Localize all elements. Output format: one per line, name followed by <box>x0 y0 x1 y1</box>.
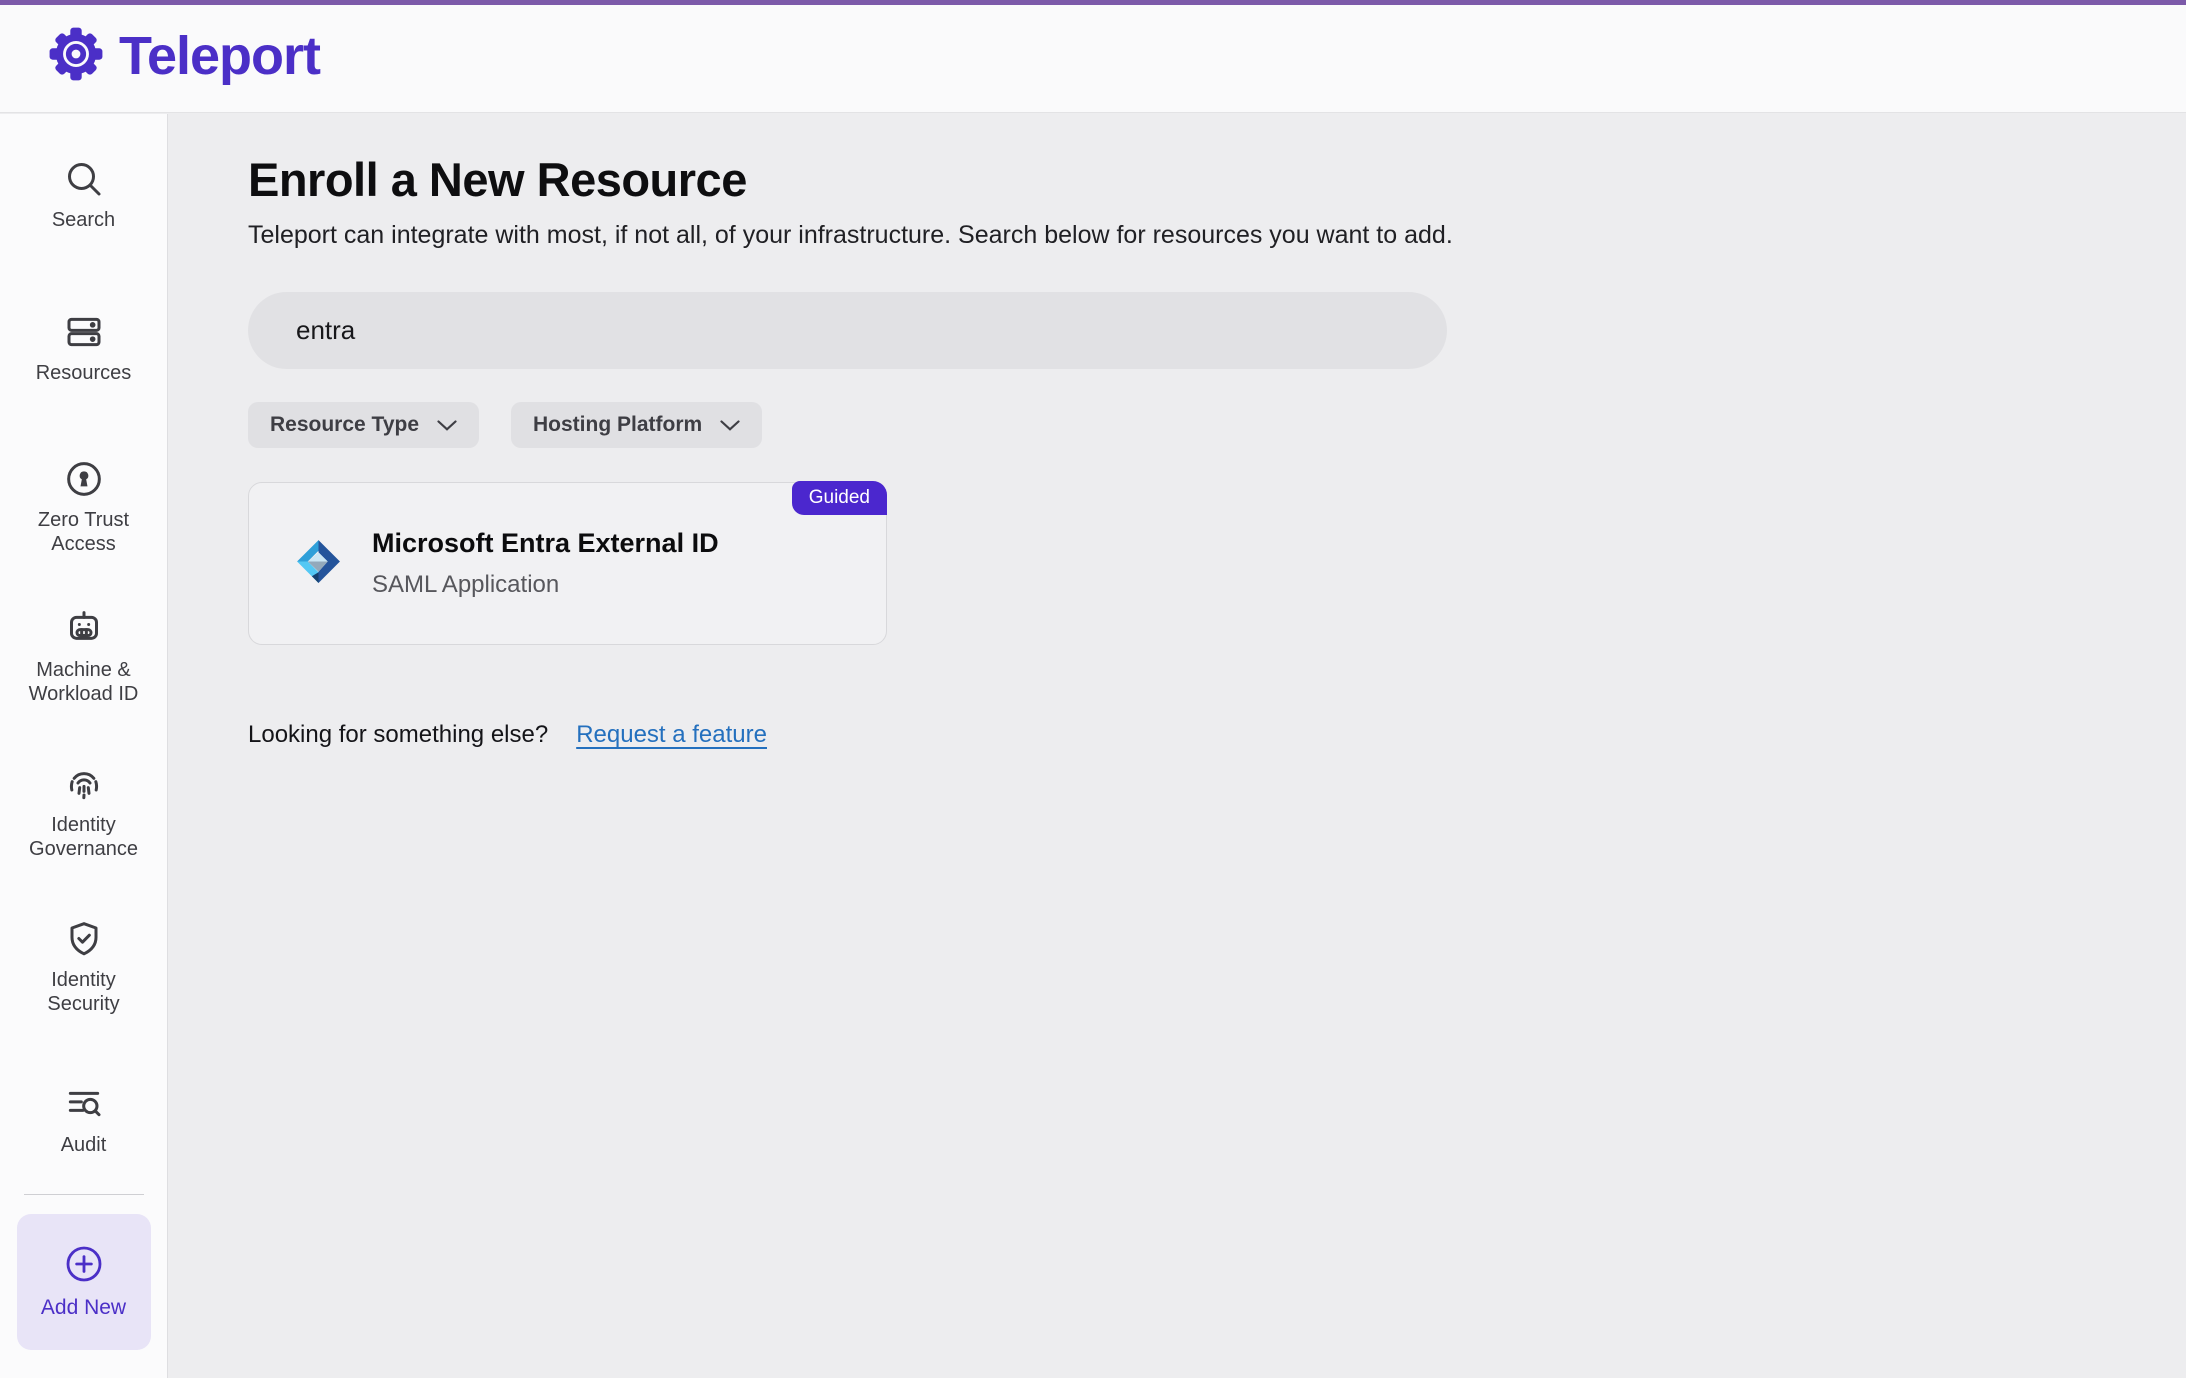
plus-circle-icon <box>64 1244 104 1284</box>
keyhole-circle-icon <box>64 459 104 499</box>
resource-result-card[interactable]: Guided Microsoft Entra External ID SAML … <box>248 482 887 645</box>
app-header: Teleport <box>0 0 2186 113</box>
sidebar-item-label: Identity Governance <box>18 813 150 861</box>
result-card-title: Microsoft Entra External ID <box>372 528 719 559</box>
sidebar-item-identity-security[interactable]: Identity Security <box>9 919 159 1016</box>
sidebar-item-label: Machine & Workload ID <box>18 658 150 706</box>
fingerprint-icon <box>64 764 104 804</box>
sidebar-item-identity-governance[interactable]: Identity Governance <box>9 764 159 861</box>
sidebar-item-zero-trust-access[interactable]: Zero Trust Access <box>9 459 159 556</box>
page-subtitle: Teleport can integrate with most, if not… <box>248 221 2146 250</box>
result-card-subtitle: SAML Application <box>372 571 719 599</box>
hosting-platform-filter-label: Hosting Platform <box>533 413 702 437</box>
feature-request-row: Looking for something else? Request a fe… <box>248 721 2146 749</box>
teleport-logo[interactable]: Teleport <box>47 25 320 88</box>
result-card-texts: Microsoft Entra External ID SAML Applica… <box>372 528 719 599</box>
feature-request-prompt: Looking for something else? <box>248 721 548 749</box>
sidebar-item-label: Audit <box>18 1133 150 1157</box>
sidebar-item-search[interactable]: Search <box>9 159 159 232</box>
resource-type-filter-label: Resource Type <box>270 413 419 437</box>
sidebar-item-label: Search <box>18 208 150 232</box>
chevron-down-icon <box>720 413 740 437</box>
audit-log-search-icon <box>64 1084 104 1124</box>
sidebar-item-audit[interactable]: Audit <box>9 1084 159 1157</box>
hosting-platform-filter-button[interactable]: Hosting Platform <box>511 402 762 448</box>
add-new-label: Add New <box>41 1296 126 1320</box>
page-title: Enroll a New Resource <box>248 152 2146 207</box>
microsoft-entra-icon <box>294 537 343 591</box>
chevron-down-icon <box>437 413 457 437</box>
sidebar-item-label: Identity Security <box>18 968 150 1016</box>
sidebar-item-resources[interactable]: Resources <box>9 312 159 385</box>
shield-check-icon <box>64 919 104 959</box>
servers-icon <box>64 312 104 352</box>
sidebar-divider <box>24 1194 144 1195</box>
filter-bar: Resource Type Hosting Platform <box>248 402 2146 448</box>
main-content: Enroll a New Resource Teleport can integ… <box>168 113 2186 1378</box>
sidebar-item-label: Resources <box>18 361 150 385</box>
resource-search-field <box>248 292 1447 369</box>
robot-icon <box>64 609 104 649</box>
request-a-feature-link[interactable]: Request a feature <box>576 721 767 749</box>
resource-search-input[interactable] <box>248 292 1447 369</box>
teleport-gear-icon <box>47 25 105 88</box>
search-icon <box>64 159 104 199</box>
teleport-wordmark: Teleport <box>119 25 320 87</box>
sidebar-item-label: Zero Trust Access <box>18 508 150 556</box>
resource-type-filter-button[interactable]: Resource Type <box>248 402 479 448</box>
guided-badge: Guided <box>792 481 887 515</box>
add-new-button[interactable]: Add New <box>17 1214 151 1350</box>
sidebar-item-machine-workload-id[interactable]: Machine & Workload ID <box>9 609 159 706</box>
top-accent-stripe <box>0 0 2186 5</box>
sidebar: Search Resources Zero Trust Access <box>0 114 168 1378</box>
